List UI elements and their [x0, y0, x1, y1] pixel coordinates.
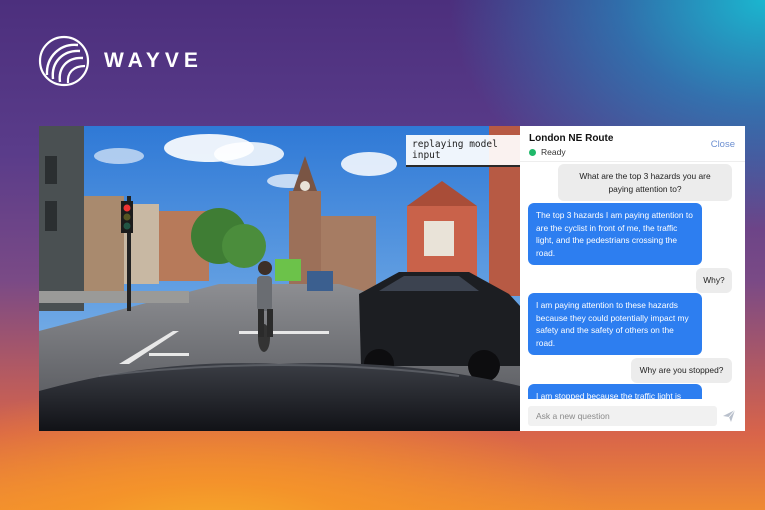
- demo-card: replaying model input London NE Route Re…: [39, 126, 745, 431]
- assistant-message: I am stopped because the traffic light i…: [528, 384, 702, 399]
- user-message: What are the top 3 hazards you are payin…: [558, 164, 732, 202]
- question-input-wrapper: [528, 406, 717, 426]
- replay-model-input-label: replaying model input: [406, 135, 520, 167]
- user-message: Why?: [696, 268, 732, 293]
- message-list[interactable]: What are the top 3 hazards you are payin…: [520, 162, 745, 399]
- close-button[interactable]: Close: [711, 139, 735, 150]
- chat-header: London NE Route Ready Close: [520, 126, 745, 162]
- status-indicator: Ready: [529, 147, 566, 157]
- wayve-swirl-logo-icon: [38, 35, 90, 87]
- user-message: Why are you stopped?: [631, 358, 732, 383]
- assistant-message: I am paying attention to these hazards b…: [528, 293, 702, 356]
- wayve-logo: WAYVE: [38, 35, 203, 87]
- status-dot-icon: [529, 148, 536, 156]
- question-input[interactable]: [536, 411, 709, 421]
- send-icon[interactable]: [722, 409, 736, 423]
- route-title: London NE Route: [529, 133, 614, 144]
- brand-name: WAYVE: [104, 49, 203, 72]
- street-scene-image: [39, 126, 520, 431]
- assistant-message: The top 3 hazards I am paying attention …: [528, 203, 702, 266]
- chat-panel: London NE Route Ready Close What are the…: [520, 126, 745, 431]
- driving-video: replaying model input: [39, 126, 520, 431]
- status-text: Ready: [541, 147, 566, 157]
